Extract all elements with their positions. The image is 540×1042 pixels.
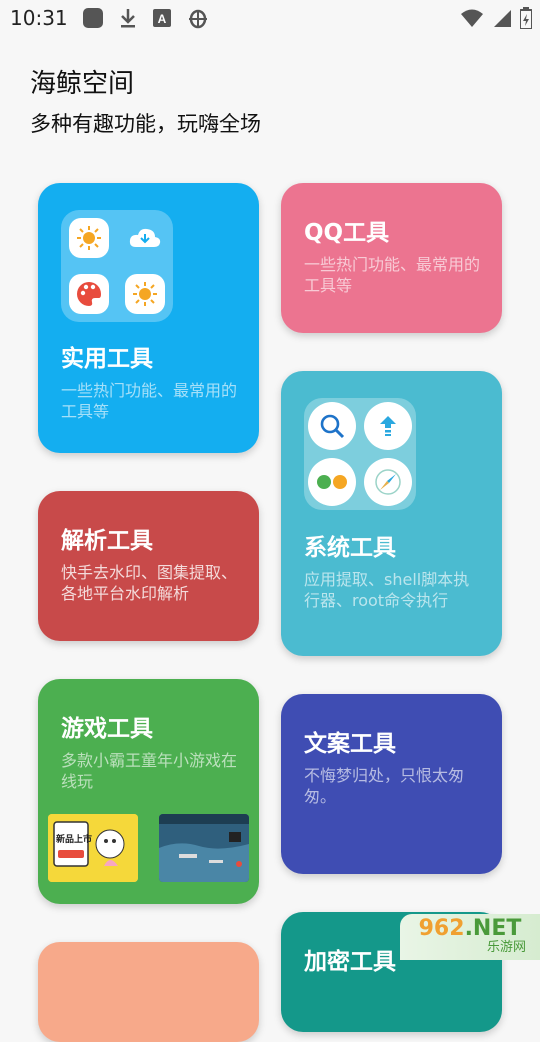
upload-icon <box>364 402 412 450</box>
game-thumbnail-2[interactable] <box>159 814 249 882</box>
signal-icon <box>492 8 512 28</box>
toggle-dots-icon <box>308 458 356 506</box>
card-system-tools[interactable]: 系统工具 应用提取、shell脚本执行器、root命令执行 <box>281 371 502 656</box>
practical-title: 实用工具 <box>61 346 153 372</box>
cloud-download-icon <box>125 218 165 258</box>
download-icon <box>118 7 138 29</box>
practical-icon-panel <box>61 210 173 322</box>
status-bar: 10:31 A <box>0 0 540 36</box>
palette-icon <box>69 274 109 314</box>
practical-desc: 一些热门功能、最常用的工具等 <box>61 381 238 421</box>
app-title: 海鲸空间 <box>30 69 135 99</box>
parse-desc: 快手去水印、图集提取、各地平台水印解析 <box>61 563 238 603</box>
qq-title: QQ工具 <box>304 220 390 246</box>
system-desc: 应用提取、shell脚本执行器、root命令执行 <box>304 570 470 610</box>
watermark-site: 乐游网 <box>486 940 526 955</box>
copy-title: 文案工具 <box>304 731 396 757</box>
qq-desc: 一些热门功能、最常用的工具等 <box>304 255 481 295</box>
brightness-icon <box>125 274 165 314</box>
watermark-suffix: .NET <box>464 916 522 941</box>
encrypt-title: 加密工具 <box>304 949 396 975</box>
bug-icon <box>186 6 210 30</box>
card-parse-tools[interactable]: 解析工具 快手去水印、图集提取、各地平台水印解析 <box>38 491 259 641</box>
a-icon: A <box>152 8 172 28</box>
system-title: 系统工具 <box>304 535 396 561</box>
game-title: 游戏工具 <box>61 716 153 742</box>
app-subtitle: 多种有趣功能，玩嗨全场 <box>30 112 261 136</box>
battery-icon <box>520 7 532 29</box>
search-icon <box>308 402 356 450</box>
card-game-tools[interactable]: 游戏工具 多款小霸王童年小游戏在线玩 新品上市 <box>38 679 259 904</box>
wifi-icon <box>460 8 484 28</box>
square-icon <box>82 7 104 29</box>
site-watermark: 962.NET 乐游网 <box>400 914 540 960</box>
compass-icon <box>364 458 412 506</box>
sun-icon <box>69 218 109 258</box>
header: 海鲸空间 多种有趣功能，玩嗨全场 <box>30 68 261 138</box>
svg-text:A: A <box>157 12 166 26</box>
card-qq-tools[interactable]: QQ工具 一些热门功能、最常用的工具等 <box>281 183 502 333</box>
parse-title: 解析工具 <box>61 528 153 554</box>
game-desc: 多款小霸王童年小游戏在线玩 <box>61 751 238 791</box>
copy-desc: 不悔梦归处，只恨太匆匆。 <box>304 766 465 806</box>
system-icon-panel <box>304 398 416 510</box>
watermark-number: 962 <box>418 916 465 941</box>
game-thumbnail-1-text: 新品上市 <box>56 835 93 845</box>
card-extra-tools[interactable] <box>38 942 259 1042</box>
game-thumbnail-1[interactable]: 新品上市 <box>48 814 138 882</box>
status-time: 10:31 <box>10 6 68 30</box>
card-practical-tools[interactable]: 实用工具 一些热门功能、最常用的工具等 <box>38 183 259 453</box>
card-copywriting-tools[interactable]: 文案工具 不悔梦归处，只恨太匆匆。 <box>281 694 502 874</box>
